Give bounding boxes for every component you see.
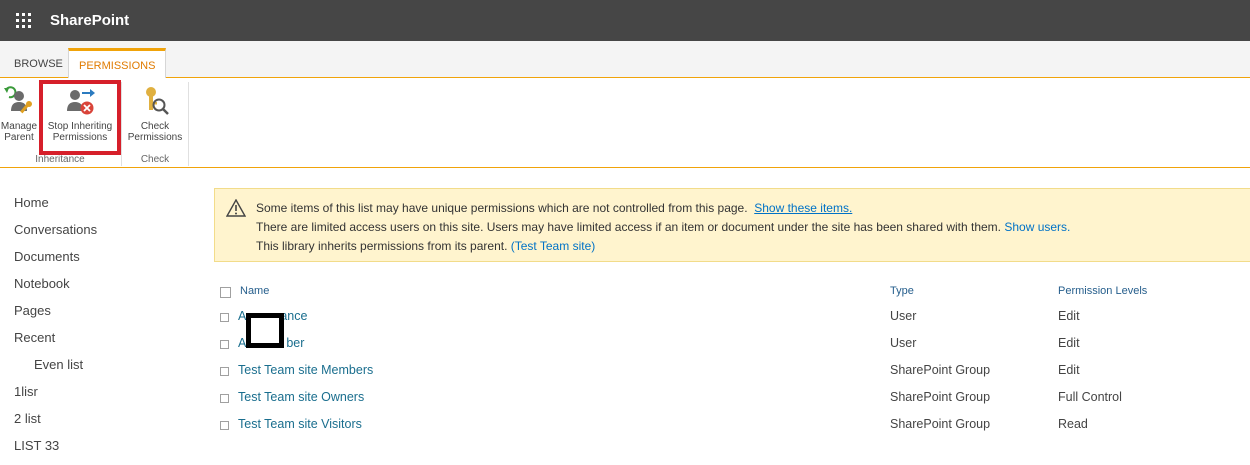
nav-item-list-33[interactable]: LIST 33 [14, 438, 97, 465]
permission-level: Read [1058, 417, 1088, 431]
banner-text-inherits: This library inherits permissions from i… [256, 239, 508, 253]
row-checkbox[interactable] [220, 367, 229, 376]
nav-item-pages[interactable]: Pages [14, 303, 97, 330]
tab-browse[interactable]: BROWSE [0, 51, 77, 78]
warning-icon [226, 199, 246, 217]
nav-item-documents[interactable]: Documents [14, 249, 97, 276]
group-label-check: Check [140, 154, 170, 165]
principal-type: SharePoint Group [890, 417, 991, 431]
banner-text-limited-access: There are limited access users on this s… [256, 220, 1002, 234]
permission-level: Edit [1058, 309, 1080, 323]
banner-line-limited-access: There are limited access users on this s… [256, 218, 1250, 237]
show-users-link[interactable]: Show users. [1004, 220, 1070, 234]
ribbon: Manage Parent Stop Inheriting Permission… [0, 78, 1250, 168]
nav-item-conversations[interactable]: Conversations [14, 222, 97, 249]
row-checkbox[interactable] [220, 394, 229, 403]
nav-item-2-list[interactable]: 2 list [14, 411, 97, 438]
table-row: Aber User Edit [218, 332, 1250, 359]
nav-item-recent[interactable]: Recent [14, 330, 97, 357]
principal-type: SharePoint Group [890, 363, 991, 377]
banner-text-unique-items: Some items of this list may have unique … [256, 201, 748, 215]
suite-bar: SharePoint [0, 0, 1250, 41]
nav-item-home[interactable]: Home [14, 195, 97, 222]
manage-parent-icon [4, 86, 32, 114]
check-permissions-label-2: Permissions [127, 132, 183, 143]
ribbon-tab-row: BROWSE PERMISSIONS [0, 41, 1250, 79]
manage-parent-button[interactable]: Manage Parent [0, 84, 38, 143]
table-row: Test Team site Members SharePoint Group … [218, 359, 1250, 386]
highlight-box [39, 80, 121, 155]
quick-launch: Home Conversations Documents Notebook Pa… [14, 195, 97, 465]
permission-level: Edit [1058, 363, 1080, 377]
tab-permissions[interactable]: PERMISSIONS [68, 48, 167, 79]
table-header-row: Name Type Permission Levels [218, 281, 1250, 305]
row-checkbox[interactable] [220, 421, 229, 430]
table-row: Test Team site Visitors SharePoint Group… [218, 413, 1250, 440]
nav-item-even-list[interactable]: Even list [14, 357, 97, 384]
column-header-permission-levels[interactable]: Permission Levels [1058, 285, 1147, 297]
check-permissions-label-1: Check [140, 121, 170, 132]
permissions-table: Name Type Permission Levels Aance User E… [218, 281, 1250, 440]
principal-name-link[interactable]: Test Team site Visitors [238, 417, 362, 431]
table-row: Test Team site Owners SharePoint Group F… [218, 386, 1250, 413]
column-header-name[interactable]: Name [240, 285, 269, 297]
group-label-inheritance: Inheritance [35, 154, 85, 165]
table-row: Aance User Edit [218, 305, 1250, 332]
group-divider [188, 82, 189, 166]
nav-item-1lisr[interactable]: 1lisr [14, 384, 97, 411]
row-checkbox[interactable] [220, 340, 229, 349]
manage-parent-label-2: Parent [4, 132, 34, 143]
principal-name-link[interactable]: Test Team site Members [238, 363, 373, 377]
principal-type: User [890, 336, 917, 350]
parent-site-link[interactable]: (Test Team site) [511, 239, 595, 253]
permissions-status-banner: Some items of this list may have unique … [214, 188, 1250, 262]
principal-type: SharePoint Group [890, 390, 991, 404]
banner-line-inherits: This library inherits permissions from i… [256, 237, 1250, 256]
select-all-checkbox[interactable] [220, 287, 231, 298]
check-permissions-button[interactable]: Check Permissions [124, 84, 186, 143]
app-name[interactable]: SharePoint [50, 12, 129, 29]
manage-parent-label-1: Manage [0, 121, 38, 132]
show-these-items-link[interactable]: Show these items. [754, 201, 852, 215]
row-checkbox[interactable] [220, 313, 229, 322]
permission-level: Full Control [1058, 390, 1122, 404]
redaction-box [246, 313, 284, 348]
permission-level: Edit [1058, 336, 1080, 350]
nav-item-notebook[interactable]: Notebook [14, 276, 97, 303]
app-launcher-icon[interactable] [5, 3, 41, 39]
principal-type: User [890, 309, 917, 323]
banner-line-unique-items: Some items of this list may have unique … [256, 199, 1250, 218]
check-permissions-icon [146, 87, 169, 115]
column-header-type[interactable]: Type [890, 285, 914, 297]
principal-name-link[interactable]: Test Team site Owners [238, 390, 364, 404]
